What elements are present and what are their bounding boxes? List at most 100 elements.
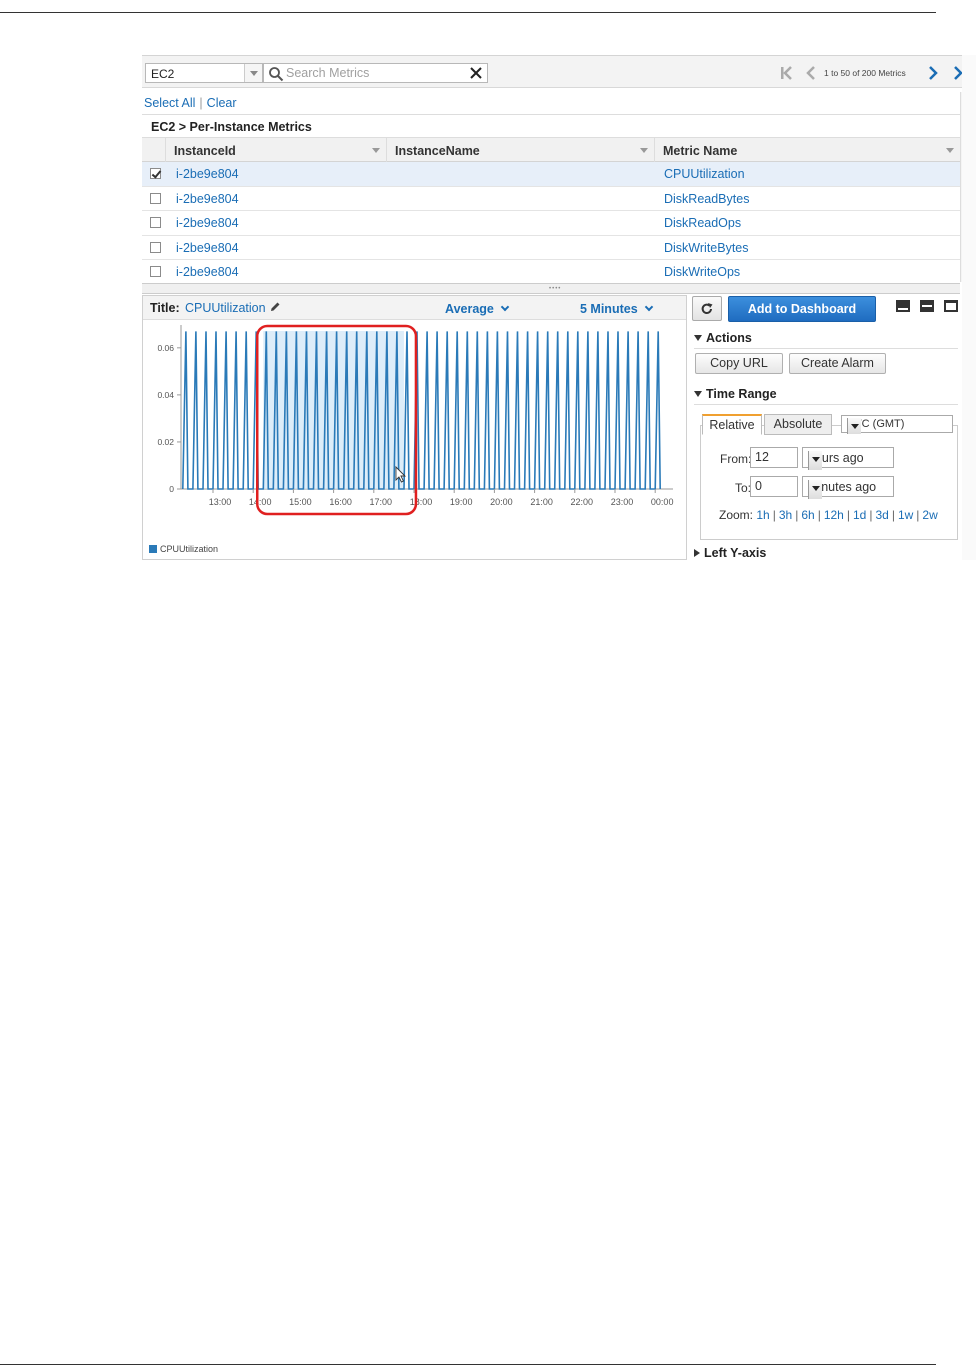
time-range-section-header[interactable]: Time Range xyxy=(694,387,777,401)
table-row[interactable]: i-2be9e804 DiskReadBytes xyxy=(142,186,960,211)
instance-id-link[interactable]: i-2be9e804 xyxy=(176,241,239,255)
to-label: To: xyxy=(735,481,752,495)
actions-section-header[interactable]: Actions xyxy=(694,331,752,345)
instance-id-link[interactable]: i-2be9e804 xyxy=(176,216,239,230)
to-value-input[interactable]: 0 xyxy=(750,476,798,497)
column-label: Metric Name xyxy=(663,144,738,158)
instance-id-link[interactable]: i-2be9e804 xyxy=(176,265,239,279)
table-row[interactable]: i-2be9e804 DiskReadOps xyxy=(142,211,960,236)
x-tick-label: 15:00 xyxy=(289,497,312,507)
refresh-button[interactable] xyxy=(692,296,722,321)
sort-arrow-icon[interactable] xyxy=(946,148,954,153)
grid-header: InstanceId InstanceName Metric Name xyxy=(142,138,960,162)
sort-arrow-icon[interactable] xyxy=(372,148,380,153)
layout-medium-icon[interactable] xyxy=(920,300,934,312)
column-header-metric-name[interactable]: Metric Name xyxy=(655,138,960,162)
cpuutilization-series-line xyxy=(182,331,661,490)
zoom-2w[interactable]: 2w xyxy=(922,508,937,522)
row-checkbox[interactable] xyxy=(150,168,161,179)
metric-name-link[interactable]: DiskWriteOps xyxy=(664,265,740,279)
namespace-value: EC2 xyxy=(151,67,175,81)
clear-search-icon[interactable] xyxy=(469,66,483,80)
x-tick-label: 21:00 xyxy=(530,497,553,507)
timezone-select[interactable]: UTC (GMT) xyxy=(841,415,953,434)
add-to-dashboard-button[interactable]: Add to Dashboard xyxy=(728,296,876,322)
graph-title-value[interactable]: CPUUtilization xyxy=(185,301,266,315)
create-alarm-button[interactable]: Create Alarm xyxy=(789,353,886,374)
copy-url-button[interactable]: Copy URL xyxy=(695,353,783,374)
row-checkbox[interactable] xyxy=(150,192,161,204)
left-y-axis-section-header[interactable]: Left Y-axis xyxy=(694,546,766,560)
graph-panel: Title: CPUUtilization Average 5 Minutes … xyxy=(142,295,687,560)
instance-id-link[interactable]: i-2be9e804 xyxy=(176,167,239,181)
layout-small-icon[interactable] xyxy=(896,300,910,312)
table-row[interactable]: i-2be9e804 CPUUtilization xyxy=(142,162,960,187)
zoom-1h[interactable]: 1h xyxy=(756,508,769,522)
graph-options-panel: Add to Dashboard Actions Copy URL Create… xyxy=(692,294,960,560)
column-header-instanceid[interactable]: InstanceId xyxy=(166,138,387,162)
zoom-3h[interactable]: 3h xyxy=(779,508,792,522)
x-tick-label: 18:00 xyxy=(410,497,433,507)
collapsed-triangle-icon xyxy=(694,549,700,557)
clear-link[interactable]: Clear xyxy=(207,96,237,110)
previous-page-icon[interactable] xyxy=(802,64,820,82)
actions-heading: Actions xyxy=(706,331,752,345)
edit-pencil-icon[interactable] xyxy=(269,301,281,313)
zoom-3d[interactable]: 3d xyxy=(875,508,888,522)
select-all-link[interactable]: Select All xyxy=(144,96,195,110)
cpu-utilization-chart[interactable]: 0 0.02 0.04 0.06 13:00 14:00 15:00 16:00 17:00 18… xyxy=(143,321,686,559)
to-unit-select[interactable]: minutes ago xyxy=(802,476,894,499)
pagination: 1 to 50 of 200 Metrics xyxy=(776,62,976,84)
namespace-select[interactable]: EC2 xyxy=(145,63,263,83)
panel-splitter[interactable]: •••• xyxy=(142,283,960,294)
x-tick-label: 17:00 xyxy=(370,497,393,507)
x-tick-label: 22:00 xyxy=(571,497,594,507)
metric-name-link[interactable]: DiskReadBytes xyxy=(664,192,749,206)
chevron-down-icon[interactable] xyxy=(808,480,822,499)
metric-name-link[interactable]: DiskWriteBytes xyxy=(664,241,749,255)
y-tick-label: 0.04 xyxy=(157,390,174,400)
y-tick-label: 0.06 xyxy=(157,343,174,353)
grid-title: EC2 > Per-Instance Metrics xyxy=(151,120,312,134)
from-value-input[interactable]: 12 xyxy=(750,447,798,468)
next-page-icon[interactable] xyxy=(924,64,942,82)
search-input[interactable] xyxy=(286,65,461,81)
chevron-down-icon[interactable] xyxy=(847,418,861,434)
statistic-dropdown[interactable]: Average xyxy=(445,302,510,316)
x-tick-label: 20:00 xyxy=(490,497,513,507)
column-label: InstanceId xyxy=(174,144,236,158)
from-unit-select[interactable]: hours ago xyxy=(802,447,894,470)
metric-name-link[interactable]: DiskReadOps xyxy=(664,216,741,230)
period-value: 5 Minutes xyxy=(580,302,638,316)
row-checkbox[interactable] xyxy=(150,217,161,228)
pager-text: 1 to 50 of 200 Metrics xyxy=(824,68,906,78)
zoom-1d[interactable]: 1d xyxy=(853,508,866,522)
zoom-6h[interactable]: 6h xyxy=(801,508,814,522)
x-tick-label: 13:00 xyxy=(209,497,232,507)
zoom-label: Zoom: xyxy=(719,508,754,522)
tab-absolute[interactable]: Absolute xyxy=(764,414,832,435)
column-label: InstanceName xyxy=(395,144,480,158)
zoom-12h[interactable]: 12h xyxy=(824,508,844,522)
first-page-icon[interactable] xyxy=(778,64,796,82)
page-scrollbar[interactable] xyxy=(962,55,976,560)
table-row[interactable]: i-2be9e804 DiskWriteOps xyxy=(142,260,960,285)
row-checkbox[interactable] xyxy=(150,241,161,253)
period-dropdown[interactable]: 5 Minutes xyxy=(580,302,653,316)
expanded-triangle-icon xyxy=(694,391,702,397)
search-box[interactable] xyxy=(263,63,488,83)
chevron-down-icon[interactable] xyxy=(244,64,262,82)
row-checkbox[interactable] xyxy=(150,266,161,277)
instance-id-link[interactable]: i-2be9e804 xyxy=(176,192,239,206)
table-row[interactable]: i-2be9e804 DiskWriteBytes xyxy=(142,235,960,260)
y-tick-label: 0.02 xyxy=(157,437,174,447)
metric-name-link[interactable]: CPUUtilization xyxy=(664,167,745,181)
column-header-instancename[interactable]: InstanceName xyxy=(387,138,655,162)
sort-arrow-icon[interactable] xyxy=(640,148,648,153)
chevron-down-icon[interactable] xyxy=(808,451,822,470)
selection-separator: | xyxy=(199,96,203,110)
zoom-1w[interactable]: 1w xyxy=(898,508,913,522)
layout-large-icon[interactable] xyxy=(944,300,958,312)
time-range-heading: Time Range xyxy=(706,387,777,401)
tab-relative[interactable]: Relative xyxy=(702,414,762,435)
